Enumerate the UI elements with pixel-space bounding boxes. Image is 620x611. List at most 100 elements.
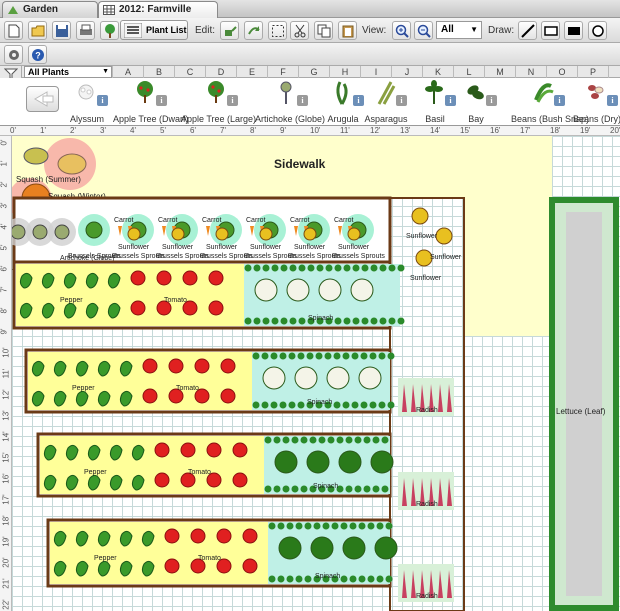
plant-spinach[interactable] bbox=[297, 352, 305, 360]
plant-spinach[interactable] bbox=[315, 352, 323, 360]
plant-spinach[interactable] bbox=[349, 575, 357, 583]
plant-sunflower[interactable] bbox=[411, 207, 429, 225]
plant-spinach[interactable] bbox=[295, 575, 303, 583]
plant-brassica[interactable] bbox=[278, 536, 302, 560]
plant-filter-select[interactable]: All Plants ▼ bbox=[24, 66, 112, 78]
plant-spinach[interactable] bbox=[289, 317, 297, 325]
plant-spinach[interactable] bbox=[361, 264, 369, 272]
plant-spinach[interactable] bbox=[286, 522, 294, 530]
palette-item-basil[interactable]: i Basil bbox=[417, 78, 456, 126]
plant-spinach[interactable] bbox=[264, 485, 272, 493]
plant-spinach[interactable] bbox=[270, 352, 278, 360]
draw-line-button[interactable] bbox=[518, 21, 537, 40]
select-button[interactable] bbox=[268, 21, 287, 40]
plant-spinach[interactable] bbox=[280, 264, 288, 272]
info-icon[interactable]: i bbox=[486, 95, 497, 106]
plant-brassica[interactable] bbox=[358, 366, 382, 390]
plant-tomato[interactable] bbox=[232, 442, 248, 458]
plant-tomato[interactable] bbox=[220, 358, 236, 374]
plant-spinach[interactable] bbox=[345, 436, 353, 444]
garden-drawing[interactable]: SidewalkSquash (Summer)Squash (Winter)Ar… bbox=[12, 136, 620, 611]
plant-button[interactable] bbox=[100, 21, 119, 40]
plant-spinach[interactable] bbox=[361, 317, 369, 325]
plant-sunflower[interactable] bbox=[259, 227, 273, 241]
plant-spinach[interactable] bbox=[352, 317, 360, 325]
print-button[interactable] bbox=[76, 21, 95, 40]
plant-sunflower[interactable] bbox=[127, 227, 141, 241]
plant-spinach[interactable] bbox=[343, 317, 351, 325]
plant-spinach[interactable] bbox=[378, 352, 386, 360]
plant-spinach[interactable] bbox=[304, 575, 312, 583]
plant-spinach[interactable] bbox=[282, 436, 290, 444]
plant-spinach[interactable] bbox=[369, 401, 377, 409]
plant-spinach[interactable] bbox=[351, 401, 359, 409]
plant-spinach[interactable] bbox=[342, 401, 350, 409]
plant-spinach[interactable] bbox=[367, 575, 375, 583]
plant-spinach[interactable] bbox=[298, 317, 306, 325]
plant-spinach[interactable] bbox=[336, 436, 344, 444]
info-icon[interactable]: i bbox=[156, 95, 167, 106]
plant-spinach[interactable] bbox=[277, 575, 285, 583]
plant-spinach[interactable] bbox=[324, 352, 332, 360]
plant-spinach[interactable] bbox=[385, 522, 393, 530]
plant-spinach[interactable] bbox=[343, 264, 351, 272]
plant-spinach[interactable] bbox=[378, 401, 386, 409]
plant-spinach[interactable] bbox=[388, 264, 396, 272]
save-button[interactable] bbox=[52, 21, 71, 40]
plant-spinach[interactable] bbox=[295, 522, 303, 530]
plant-spinach[interactable] bbox=[262, 264, 270, 272]
draw-circle-button[interactable] bbox=[588, 21, 607, 40]
palette-item-apple-tree-large[interactable]: i Apple Tree (Large) bbox=[181, 78, 256, 126]
plant-brussels-sprouts[interactable] bbox=[85, 221, 103, 239]
plant-spinach[interactable] bbox=[363, 485, 371, 493]
plant-spinach[interactable] bbox=[298, 264, 306, 272]
plant-sunflower[interactable] bbox=[435, 227, 453, 245]
plant-spinach[interactable] bbox=[253, 317, 261, 325]
palette-back-button[interactable] bbox=[26, 86, 59, 112]
open-button[interactable] bbox=[28, 21, 47, 40]
plant-squash-summer[interactable] bbox=[23, 147, 49, 165]
info-icon[interactable]: i bbox=[554, 95, 565, 106]
plant-artichoke[interactable] bbox=[12, 224, 26, 240]
palette-item-beans-dry[interactable]: i Beans (Dry) bbox=[573, 78, 620, 126]
plant-spinach[interactable] bbox=[372, 485, 380, 493]
plant-tomato[interactable] bbox=[154, 442, 170, 458]
plant-spinach[interactable] bbox=[349, 522, 357, 530]
draw-filled-rectangle-button[interactable] bbox=[564, 21, 583, 40]
plant-brassica[interactable] bbox=[274, 450, 298, 474]
plant-spinach[interactable] bbox=[273, 436, 281, 444]
palette-item-artichoke-globe[interactable]: i Artichoke (Globe) bbox=[255, 78, 325, 126]
info-icon[interactable]: i bbox=[607, 95, 618, 106]
plant-spinach[interactable] bbox=[270, 401, 278, 409]
plant-spinach[interactable] bbox=[340, 575, 348, 583]
plant-squash-summer-2[interactable] bbox=[57, 153, 87, 175]
plant-spinach[interactable] bbox=[388, 317, 396, 325]
plant-sunflower[interactable] bbox=[215, 227, 229, 241]
plant-spinach[interactable] bbox=[331, 522, 339, 530]
plant-spinach[interactable] bbox=[387, 352, 395, 360]
tab-farmville[interactable]: 2012: Farmville bbox=[98, 1, 218, 18]
info-icon[interactable]: i bbox=[297, 95, 308, 106]
plant-tomato[interactable] bbox=[194, 358, 210, 374]
plant-spinach[interactable] bbox=[322, 522, 330, 530]
plant-spinach[interactable] bbox=[351, 352, 359, 360]
plant-spinach[interactable] bbox=[271, 264, 279, 272]
palette-item-bay[interactable]: i Bay bbox=[458, 78, 497, 126]
plant-spinach[interactable] bbox=[369, 352, 377, 360]
plant-tomato[interactable] bbox=[180, 442, 196, 458]
plant-spinach[interactable] bbox=[376, 575, 384, 583]
info-icon[interactable]: i bbox=[445, 95, 456, 106]
plant-spinach[interactable] bbox=[316, 264, 324, 272]
plant-tomato[interactable] bbox=[142, 358, 158, 374]
plant-spinach[interactable] bbox=[318, 436, 326, 444]
plant-spinach[interactable] bbox=[291, 436, 299, 444]
plant-spinach[interactable] bbox=[273, 485, 281, 493]
info-icon[interactable]: i bbox=[227, 95, 238, 106]
plant-spinach[interactable] bbox=[363, 436, 371, 444]
plant-brassica[interactable] bbox=[370, 450, 394, 474]
plant-brassica[interactable] bbox=[338, 450, 362, 474]
copy-button[interactable] bbox=[314, 21, 333, 40]
settings-button[interactable] bbox=[4, 45, 23, 64]
plant-brassica[interactable] bbox=[294, 366, 318, 390]
plant-spinach[interactable] bbox=[291, 485, 299, 493]
